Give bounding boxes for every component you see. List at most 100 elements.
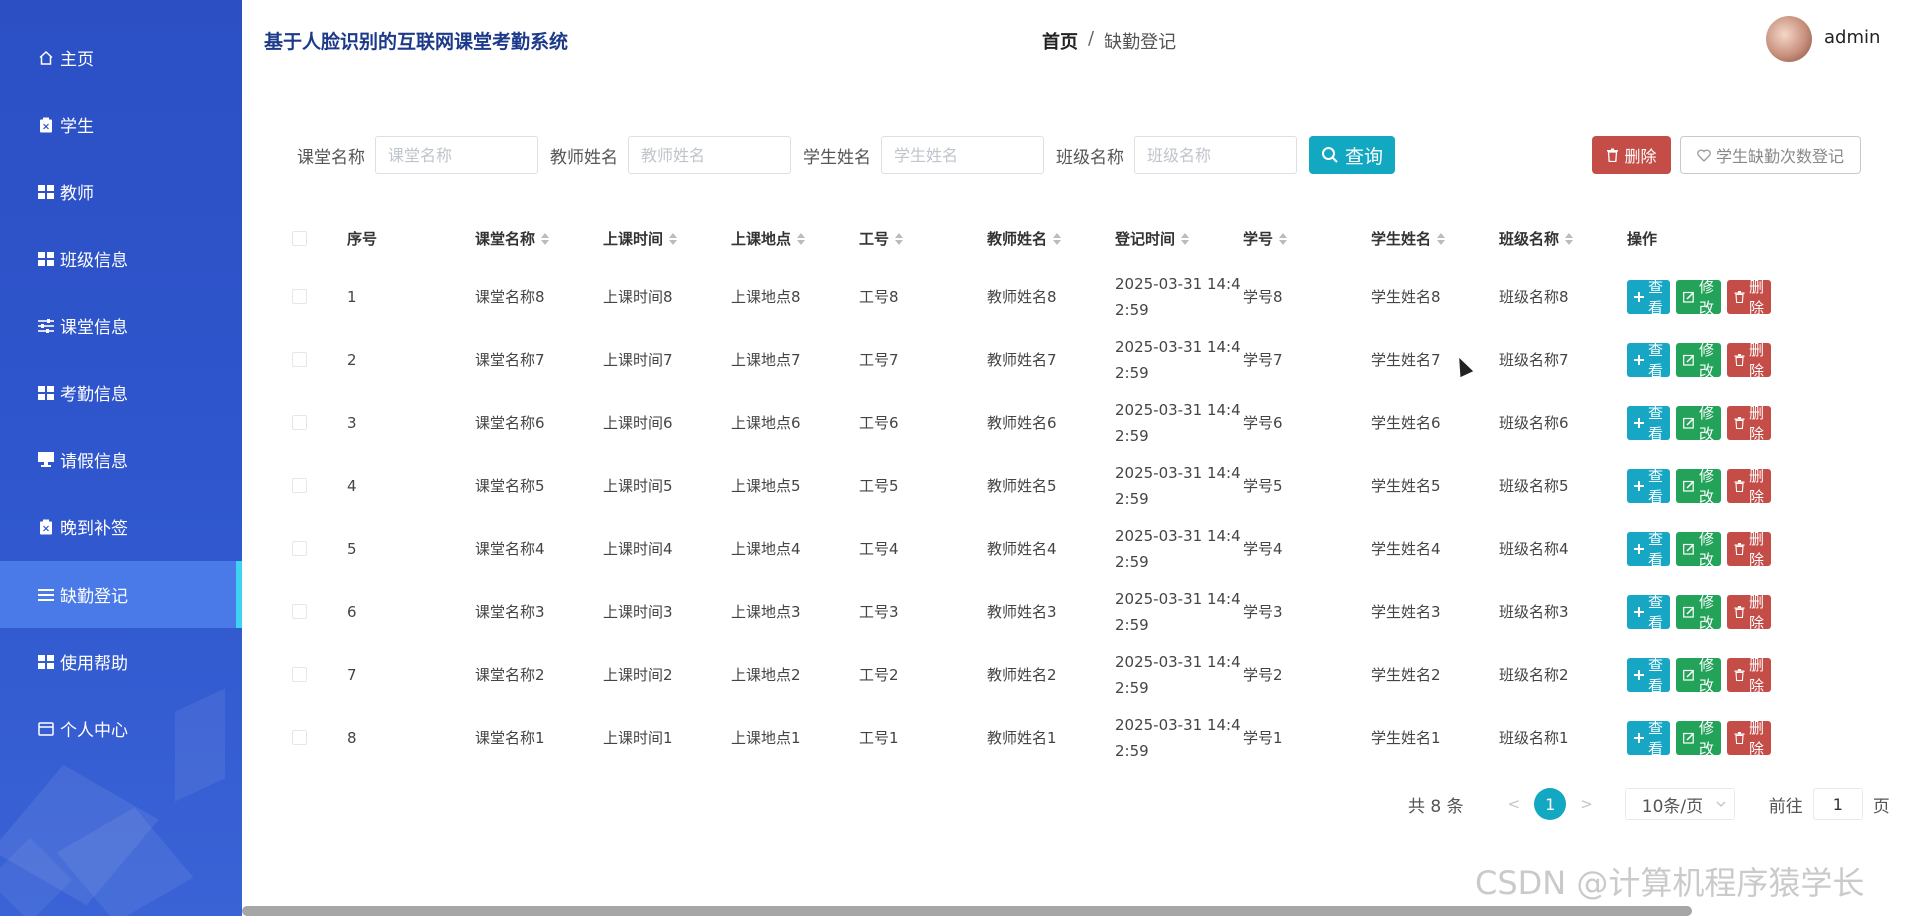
col-student-value: 学生姓名1 bbox=[1371, 729, 1441, 747]
delete-button[interactable]: 删除 bbox=[1727, 657, 1772, 695]
sidebar-item[interactable]: 请假信息 bbox=[0, 426, 242, 493]
edit-button[interactable]: 修改 bbox=[1676, 468, 1722, 506]
column-header[interactable]: 工号 bbox=[859, 212, 904, 265]
row-checkbox[interactable] bbox=[292, 730, 307, 745]
view-button[interactable]: 查看 bbox=[1627, 657, 1671, 695]
delete-button[interactable]: 删除 bbox=[1727, 531, 1772, 569]
column-header[interactable]: 班级名称 bbox=[1499, 212, 1574, 265]
query-button-label: 查询 bbox=[1345, 146, 1384, 168]
user-name[interactable]: admin bbox=[1824, 27, 1880, 48]
row-checkbox[interactable] bbox=[292, 478, 307, 493]
sidebar-item[interactable]: 主页 bbox=[0, 24, 242, 91]
sort-caret-icon[interactable] bbox=[669, 232, 678, 245]
view-button[interactable]: 查看 bbox=[1627, 279, 1671, 317]
col-teacher-no-value: 工号4 bbox=[859, 540, 899, 558]
student-name-input[interactable] bbox=[881, 136, 1044, 174]
col-teacher-value: 教师姓名8 bbox=[987, 288, 1057, 306]
col-place-header: 上课地点 bbox=[731, 230, 792, 248]
column-header[interactable]: 学号 bbox=[1243, 212, 1288, 265]
col-index-header: 序号 bbox=[347, 230, 378, 248]
page-size-select[interactable]: 10条/页 bbox=[1624, 788, 1735, 820]
view-button[interactable]: 查看 bbox=[1627, 720, 1671, 758]
col-course-cell: 课堂名称6 bbox=[475, 391, 545, 454]
sort-caret-icon[interactable] bbox=[895, 232, 904, 245]
delete-button[interactable]: 删除 bbox=[1727, 468, 1772, 506]
row-actions: 查看 修改 删除 bbox=[1627, 657, 1772, 695]
avatar[interactable] bbox=[1766, 16, 1812, 62]
sidebar-item[interactable]: 班级信息 bbox=[0, 225, 242, 292]
col-student-no-cell: 学号2 bbox=[1243, 643, 1283, 706]
edit-button[interactable]: 修改 bbox=[1676, 531, 1722, 569]
query-button[interactable]: 查询 bbox=[1309, 136, 1396, 174]
view-button[interactable]: 查看 bbox=[1627, 531, 1671, 569]
edit-button[interactable]: 修改 bbox=[1676, 342, 1722, 380]
sort-caret-icon[interactable] bbox=[541, 232, 550, 245]
pagination-total: 共 8 条 bbox=[1408, 796, 1464, 817]
sort-caret-icon[interactable] bbox=[1279, 232, 1288, 245]
page-size-value: 10条/页 bbox=[1641, 796, 1704, 817]
delete-button[interactable]: 删除 bbox=[1727, 594, 1772, 632]
row-checkbox[interactable] bbox=[292, 289, 307, 304]
class-name-input[interactable] bbox=[1134, 136, 1297, 174]
sidebar-item[interactable]: 教师 bbox=[0, 158, 242, 225]
col-student-no-value: 学号7 bbox=[1243, 351, 1283, 369]
sort-caret-icon[interactable] bbox=[1053, 232, 1062, 245]
edit-button[interactable]: 修改 bbox=[1676, 594, 1722, 632]
column-header[interactable]: 上课时间 bbox=[603, 212, 678, 265]
sort-caret-icon[interactable] bbox=[1565, 232, 1574, 245]
edit-button[interactable]: 修改 bbox=[1676, 405, 1722, 443]
delete-button[interactable]: 删除 bbox=[1727, 342, 1772, 380]
absent-count-register-button[interactable]: 学生缺勤次数登记 bbox=[1680, 136, 1861, 174]
row-checkbox[interactable] bbox=[292, 667, 307, 682]
row-checkbox[interactable] bbox=[292, 352, 307, 367]
col-reg-time-cell: 2025-03-31 14:4 2:59 bbox=[1115, 517, 1245, 580]
next-page-icon[interactable]: > bbox=[1580, 795, 1593, 813]
sidebar-item[interactable]: 课堂信息 bbox=[0, 292, 242, 359]
goto-page-input[interactable] bbox=[1812, 788, 1863, 820]
edit-button[interactable]: 修改 bbox=[1676, 720, 1722, 758]
sidebar-item[interactable]: 晚到补签 bbox=[0, 493, 242, 560]
col-teacher-no-header: 工号 bbox=[859, 230, 890, 248]
sidebar-item[interactable]: 学生 bbox=[0, 91, 242, 158]
bulk-delete-button[interactable]: 删除 bbox=[1592, 136, 1671, 174]
sort-caret-icon[interactable] bbox=[1181, 232, 1190, 245]
edit-button[interactable]: 修改 bbox=[1676, 657, 1722, 695]
page-number-current[interactable]: 1 bbox=[1534, 788, 1567, 820]
view-button[interactable]: 查看 bbox=[1627, 342, 1671, 380]
sort-caret-icon[interactable] bbox=[797, 232, 806, 245]
delete-button[interactable]: 删除 bbox=[1727, 279, 1772, 317]
column-header[interactable]: 上课地点 bbox=[731, 212, 806, 265]
delete-button[interactable]: 删除 bbox=[1727, 405, 1772, 443]
row-checkbox[interactable] bbox=[292, 541, 307, 556]
teacher-name-input[interactable] bbox=[628, 136, 791, 174]
horizontal-scrollbar[interactable] bbox=[242, 906, 1692, 916]
prev-page-icon[interactable]: < bbox=[1508, 795, 1521, 813]
view-button[interactable]: 查看 bbox=[1627, 405, 1671, 443]
sort-caret-icon[interactable] bbox=[1437, 232, 1446, 245]
column-header[interactable]: 登记时间 bbox=[1115, 212, 1190, 265]
row-checkbox-cell bbox=[292, 643, 307, 706]
row-checkbox[interactable] bbox=[292, 604, 307, 619]
col-class-name-cell: 班级名称2 bbox=[1499, 643, 1569, 706]
edit-button[interactable]: 修改 bbox=[1676, 279, 1722, 317]
col-index-cell: 5 bbox=[347, 517, 357, 580]
col-student-cell: 学生姓名4 bbox=[1371, 517, 1441, 580]
col-class-name-cell: 班级名称1 bbox=[1499, 706, 1569, 769]
sidebar-item[interactable]: 使用帮助 bbox=[0, 628, 242, 695]
sidebar-item[interactable]: 缺勤登记 bbox=[0, 561, 242, 628]
view-button[interactable]: 查看 bbox=[1627, 468, 1671, 506]
column-header[interactable]: 课堂名称 bbox=[475, 212, 550, 265]
select-all-checkbox[interactable] bbox=[292, 231, 307, 246]
col-course-cell: 课堂名称1 bbox=[475, 706, 545, 769]
sidebar-item[interactable]: 个人中心 bbox=[0, 695, 242, 762]
col-actions-cell: 查看 修改 删除 bbox=[1627, 454, 1772, 517]
row-checkbox[interactable] bbox=[292, 415, 307, 430]
breadcrumb-home[interactable]: 首页 bbox=[1042, 28, 1078, 54]
sidebar-item[interactable]: 考勤信息 bbox=[0, 359, 242, 426]
view-button[interactable]: 查看 bbox=[1627, 594, 1671, 632]
course-name-input[interactable] bbox=[375, 136, 538, 174]
column-header[interactable]: 教师姓名 bbox=[987, 212, 1062, 265]
delete-button[interactable]: 删除 bbox=[1727, 720, 1772, 758]
column-header[interactable]: 学生姓名 bbox=[1371, 212, 1446, 265]
absence-table: 序号 课堂名称 上课时间 上课地点 工号 教师姓名 登记时间 学号 学生姓名 班级名称 操作 1 课堂名… bbox=[284, 212, 1772, 769]
